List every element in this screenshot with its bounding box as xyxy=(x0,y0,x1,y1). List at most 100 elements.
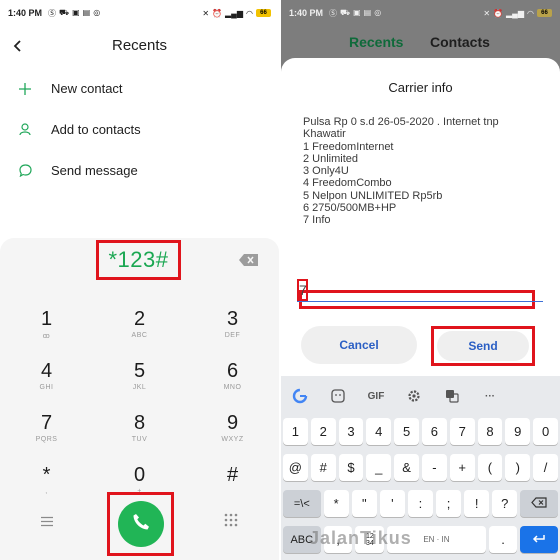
kb-key[interactable]: 7 xyxy=(449,418,475,445)
kb-key[interactable]: * xyxy=(323,490,349,517)
kb-key[interactable]: 6 xyxy=(421,418,447,445)
comma-key[interactable]: , xyxy=(323,526,353,553)
menu-option-4: 4 FreedomCombo xyxy=(303,177,392,190)
skype-icon: Ⓢ xyxy=(329,8,338,18)
kb-key[interactable]: / xyxy=(533,454,558,481)
ussd-message: Pulsa Rp 0 s.d 26-05-2020 . Internet tnp… xyxy=(303,116,548,227)
dialer-screen: 1:40 PM Ⓢ ⛟ ▣ ▤ ◎ ✕ ⏰ ▂▄▆ ◠ 66 Recents N… xyxy=(0,0,279,560)
send-message-item[interactable]: Send message xyxy=(0,150,279,191)
space-bar[interactable]: EN · IN xyxy=(387,526,486,553)
kb-key[interactable]: 3 xyxy=(338,418,364,445)
kb-key[interactable]: $ xyxy=(338,454,364,481)
page-title: Recents xyxy=(111,37,168,54)
key-digit: 2 xyxy=(133,307,146,330)
menu-option-6: 6 2750/500MB+HP xyxy=(303,202,397,215)
dialed-number-display[interactable]: *123# xyxy=(96,240,181,280)
key-letters: TUV xyxy=(131,435,148,443)
call-button[interactable] xyxy=(117,501,164,547)
keyboard-row-numbers: 1 2 3 4 5 6 7 8 9 0 xyxy=(283,418,558,445)
backspace-icon[interactable] xyxy=(238,253,260,267)
key-digit: 3 xyxy=(226,307,239,330)
kb-key[interactable]: 9 xyxy=(505,418,531,445)
message-line: Pulsa Rp 0 s.d 26-05-2020 . Internet tnp xyxy=(303,116,499,128)
keyboard-row-symbols-2: =\< * " ' : ; ! ? xyxy=(283,490,558,517)
key-digit: 7 xyxy=(40,411,53,434)
key-7[interactable]: 7 PQRS xyxy=(0,402,93,454)
key-8[interactable]: 8 TUV xyxy=(93,402,186,454)
dialpad-toggle-icon[interactable] xyxy=(224,513,238,527)
new-contact-label: New contact xyxy=(51,81,123,96)
sticker-icon[interactable] xyxy=(319,376,357,416)
skype-icon: Ⓢ xyxy=(48,8,57,18)
kb-key[interactable]: ( xyxy=(477,454,503,481)
key-2[interactable]: 2 ABC xyxy=(93,298,186,350)
new-contact-item[interactable]: New contact xyxy=(0,68,279,109)
number-pad-key[interactable]: 12 34 xyxy=(355,526,385,553)
menu-option-2: 2 Unlimited xyxy=(303,152,359,165)
key-3[interactable]: 3 DEF xyxy=(186,298,279,350)
kb-key[interactable]: : xyxy=(407,490,434,517)
more-symbols-key[interactable]: =\< xyxy=(283,490,321,517)
car-icon: ⛟ xyxy=(59,7,70,17)
whatsapp-icon: ◎ xyxy=(93,7,101,17)
more-options-icon[interactable]: ··· xyxy=(471,376,509,416)
kb-key[interactable]: 0 xyxy=(533,418,558,445)
enter-key[interactable] xyxy=(520,526,559,553)
key-letters: ABC xyxy=(131,331,148,339)
menu-icon[interactable] xyxy=(40,514,56,527)
kb-key[interactable]: & xyxy=(394,454,419,481)
wifi-icon: ◠ xyxy=(246,8,253,18)
cancel-button[interactable]: Cancel xyxy=(301,326,417,364)
phone-icon xyxy=(131,512,151,537)
translate-icon[interactable] xyxy=(433,376,471,416)
kb-key[interactable]: # xyxy=(310,454,336,481)
tab-contacts[interactable]: Contacts xyxy=(430,34,490,50)
kb-key[interactable]: 8 xyxy=(477,418,503,445)
key-digit: 5 xyxy=(133,359,146,382)
add-to-contacts-item[interactable]: Add to contacts xyxy=(0,109,279,150)
kb-key[interactable]: 1 xyxy=(283,418,308,445)
key-5[interactable]: 5 JKL xyxy=(93,350,186,402)
abc-key[interactable]: ABC xyxy=(283,526,321,553)
kb-key[interactable]: - xyxy=(421,454,447,481)
mute-icon: ✕ xyxy=(202,8,210,18)
system-icons: ✕ ⏰ ▂▄▆ ◠ 66 xyxy=(202,9,271,18)
kb-key[interactable]: 5 xyxy=(394,418,419,445)
keyboard-toolbar: GIF ··· xyxy=(281,376,560,416)
backspace-key[interactable] xyxy=(520,490,558,517)
send-button[interactable]: Send xyxy=(437,331,529,361)
kb-key[interactable]: 2 xyxy=(310,418,336,445)
period-key[interactable]: . xyxy=(488,526,518,553)
kb-key[interactable]: ) xyxy=(505,454,531,481)
send-highlight-box: Send xyxy=(431,326,535,366)
kb-key[interactable]: ; xyxy=(436,490,462,517)
key-6[interactable]: 6 MNO xyxy=(186,350,279,402)
kb-key[interactable]: ! xyxy=(464,490,490,517)
kb-key[interactable]: ? xyxy=(492,490,518,517)
bag-icon: ▣ xyxy=(72,7,80,17)
google-icon[interactable] xyxy=(281,376,319,416)
status-bar: 1:40 PM Ⓢ ⛟ ▣ ▤ ◎ ✕ ⏰ ▂▄▆ ◠ 66 xyxy=(281,0,560,26)
kb-key[interactable]: @ xyxy=(283,454,308,481)
kb-key[interactable]: ' xyxy=(379,490,405,517)
gif-button[interactable]: GIF xyxy=(357,376,395,416)
key-1[interactable]: 1ꝏ xyxy=(0,298,93,350)
kb-key[interactable]: _ xyxy=(366,454,392,481)
reply-input[interactable] xyxy=(297,278,543,302)
key-digit: 9 xyxy=(226,411,239,434)
key-4[interactable]: 4 GHI xyxy=(0,350,93,402)
ussd-dialog-screen: 1:40 PM Ⓢ ⛟ ▣ ▤ ◎ ✕ ⏰ ▂▄▆ ◠ 66 Recents C… xyxy=(281,0,560,560)
kb-key[interactable]: + xyxy=(449,454,475,481)
tab-recents[interactable]: Recents xyxy=(349,34,403,50)
gift-icon: ▤ xyxy=(82,7,91,17)
settings-gear-icon[interactable] xyxy=(395,376,433,416)
kb-key[interactable]: 4 xyxy=(366,418,392,445)
key-letters: MNO xyxy=(223,383,242,391)
kb-key[interactable]: " xyxy=(351,490,377,517)
key-digit: * xyxy=(42,463,51,486)
key-9[interactable]: 9 WXYZ xyxy=(186,402,279,454)
dialpad: *123# 1ꝏ 2 ABC 3 DEF 4 GHI 5 JKL 6 MNO 7 PQRS … xyxy=(0,238,279,560)
key-digit: 8 xyxy=(133,411,146,434)
menu-option-3: 3 Only4U xyxy=(303,165,349,178)
whatsapp-icon: ◎ xyxy=(374,7,382,17)
